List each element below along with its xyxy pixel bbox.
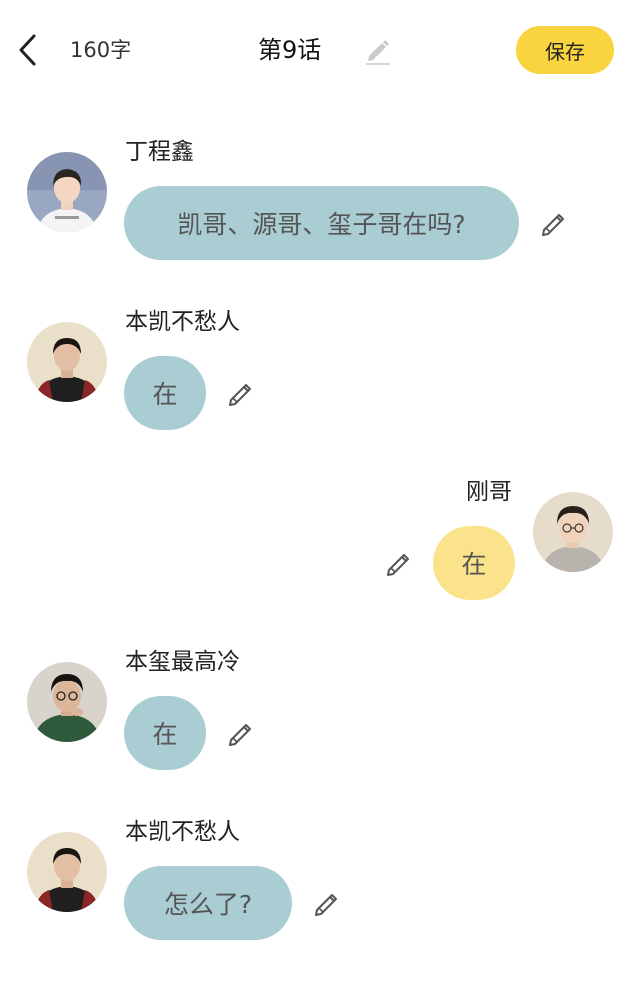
save-button[interactable]: 保存 [516, 26, 614, 74]
avatar-image [27, 662, 107, 742]
pencil-icon [229, 724, 251, 746]
sender-name: 丁程鑫 [125, 139, 194, 165]
sender-name: 本凯不愁人 [125, 309, 240, 335]
page-title-wrap: 第9话 [258, 30, 321, 70]
pencil-icon [366, 40, 390, 65]
sender-name: 本凯不愁人 [125, 819, 240, 845]
edit-message-button[interactable] [227, 380, 255, 408]
sender-name: 本玺最高冷 [125, 649, 240, 675]
page-title: 第9话 [258, 36, 322, 64]
avatar-image [533, 492, 613, 572]
chat-message: 本凯不愁人 怎么了? [0, 810, 640, 950]
title-edit-button[interactable] [362, 34, 394, 66]
edit-message-button[interactable] [540, 210, 568, 238]
avatar[interactable] [27, 662, 107, 742]
back-button[interactable] [8, 28, 48, 72]
avatar-image [27, 832, 107, 912]
pencil-icon [387, 554, 409, 576]
chat-message: 本玺最高冷 在 [0, 640, 640, 780]
message-bubble[interactable]: 在 [433, 526, 515, 600]
sender-name: 刚哥 [466, 479, 512, 505]
chat-message: 刚哥 在 [0, 470, 640, 610]
avatar-image [27, 152, 107, 232]
edit-message-button[interactable] [385, 550, 413, 578]
edit-message-button[interactable] [227, 720, 255, 748]
avatar-image [27, 322, 107, 402]
word-count: 160字 [70, 38, 132, 62]
edit-message-button[interactable] [313, 890, 341, 918]
message-bubble[interactable]: 怎么了? [124, 866, 292, 940]
chat-message: 本凯不愁人 在 [0, 300, 640, 440]
chat-message: 丁程鑫 凯哥、源哥、玺子哥在吗? [0, 130, 640, 270]
message-bubble[interactable]: 凯哥、源哥、玺子哥在吗? [124, 186, 519, 260]
avatar[interactable] [27, 152, 107, 232]
pencil-icon [542, 214, 564, 236]
avatar[interactable] [27, 322, 107, 402]
avatar[interactable] [27, 832, 107, 912]
message-bubble[interactable]: 在 [124, 696, 206, 770]
avatar[interactable] [533, 492, 613, 572]
top-bar: 160字 第9话 保存 [0, 0, 640, 100]
pencil-icon [229, 384, 251, 406]
chevron-left-icon [19, 34, 36, 66]
message-bubble[interactable]: 在 [124, 356, 206, 430]
pencil-icon [315, 894, 337, 916]
